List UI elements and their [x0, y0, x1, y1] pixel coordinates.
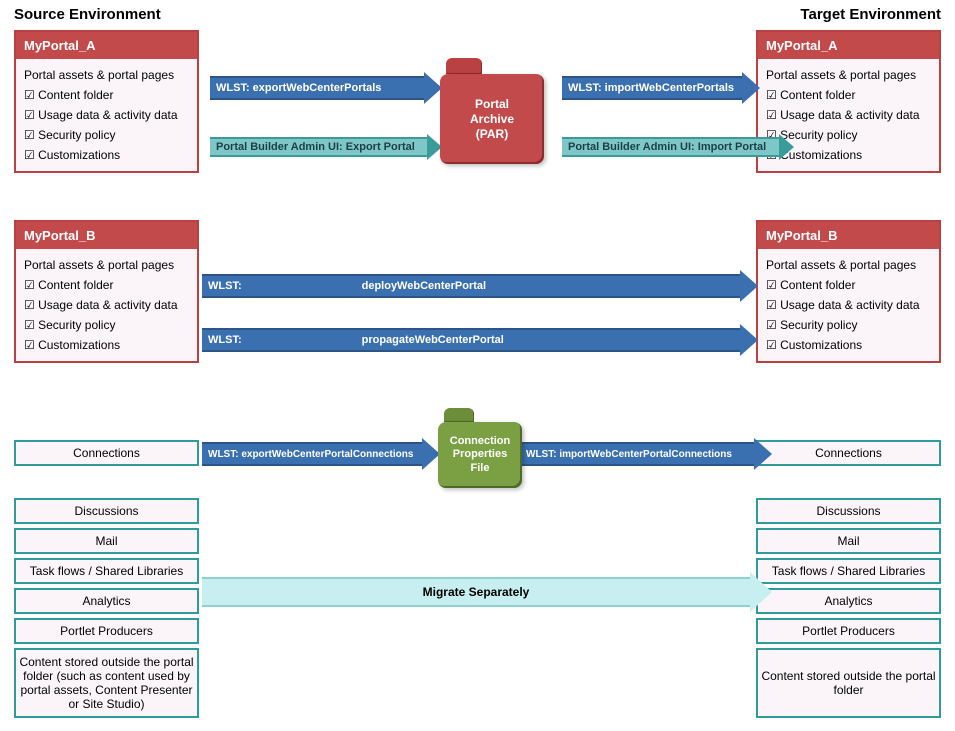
source-discussions-box: Discussions	[14, 498, 199, 524]
portal-item: ☑ Customizations	[766, 335, 931, 355]
arrow-deploy: WLST: deployWebCenterPortal	[202, 270, 758, 302]
arrow-import-ui: Portal Builder Admin UI: Import Portal	[562, 134, 794, 160]
diagram-canvas: Source Environment Target Environment My…	[0, 0, 955, 731]
portal-item: ☑ Usage data & activity data	[24, 295, 189, 315]
source-portal-b: MyPortal_B Portal assets & portal pages …	[14, 220, 199, 363]
target-taskflows-box: Task flows / Shared Libraries	[756, 558, 941, 584]
target-discussions-box: Discussions	[756, 498, 941, 524]
target-env-title: Target Environment	[800, 6, 941, 23]
box-label: Content stored outside the portal folder…	[18, 655, 195, 711]
arrow-label: Portal Builder Admin UI: Import Portal	[568, 141, 766, 153]
arrow-label: WLST: importWebCenterPortals	[568, 82, 734, 94]
portal-item: ☑ Security policy	[766, 315, 931, 335]
target-connections-box: Connections	[756, 440, 941, 466]
source-mail-box: Mail	[14, 528, 199, 554]
arrow-label: WLST: exportWebCenterPortalConnections	[208, 449, 413, 460]
portal-item: ☑ Customizations	[24, 335, 189, 355]
portal-item: ☑ Customizations	[24, 145, 189, 165]
arrow-export-ui: Portal Builder Admin UI: Export Portal	[210, 134, 442, 160]
box-label: Discussions	[816, 504, 880, 518]
box-label: Analytics	[824, 594, 872, 608]
target-mail-box: Mail	[756, 528, 941, 554]
source-portlet-box: Portlet Producers	[14, 618, 199, 644]
arrow-label: deployWebCenterPortal	[362, 280, 487, 292]
box-label: Connections	[73, 446, 140, 460]
box-label: Task flows / Shared Libraries	[772, 564, 925, 578]
target-portlet-box: Portlet Producers	[756, 618, 941, 644]
arrow-label: Migrate Separately	[423, 585, 530, 599]
portal-item: ☑ Content folder	[24, 85, 189, 105]
folder-label: (PAR)	[476, 127, 508, 142]
target-portal-b: MyPortal_B Portal assets & portal pages …	[756, 220, 941, 363]
source-env-title: Source Environment	[14, 6, 161, 23]
portal-item: ☑ Content folder	[24, 275, 189, 295]
box-label: Portlet Producers	[60, 624, 153, 638]
box-label: Mail	[837, 534, 859, 548]
portal-a-header: MyPortal_A	[16, 32, 197, 59]
arrow-label: Portal Builder Admin UI: Export Portal	[216, 141, 415, 153]
folder-label: File	[471, 462, 490, 475]
portal-item: ☑ Usage data & activity data	[766, 105, 931, 125]
arrow-import-connections: WLST: importWebCenterPortalConnections	[520, 438, 772, 470]
source-taskflows-box: Task flows / Shared Libraries	[14, 558, 199, 584]
arrow-export-portals: WLST: exportWebCenterPortals	[210, 72, 442, 104]
folder-label: Properties	[453, 448, 507, 461]
portal-b-body: Portal assets & portal pages ☑ Content f…	[16, 249, 197, 361]
target-content-outside-box: Content stored outside the portal folder	[756, 648, 941, 718]
folder-label: Archive	[470, 112, 514, 127]
box-label: Discussions	[74, 504, 138, 518]
portal-item: Portal assets & portal pages	[766, 255, 931, 275]
box-label: Analytics	[82, 594, 130, 608]
arrow-import-portals: WLST: importWebCenterPortals	[562, 72, 760, 104]
portal-a-header: MyPortal_A	[758, 32, 939, 59]
folder-label: Portal	[475, 97, 509, 112]
arrow-migrate-separately: Migrate Separately	[202, 572, 772, 612]
portal-item: ☑ Security policy	[24, 125, 189, 145]
arrow-prefix: WLST:	[208, 334, 242, 346]
portal-item: ☑ Usage data & activity data	[766, 295, 931, 315]
box-label: Mail	[95, 534, 117, 548]
box-label: Task flows / Shared Libraries	[30, 564, 183, 578]
portal-archive-folder: Portal Archive (PAR)	[440, 58, 544, 164]
source-content-outside-box: Content stored outside the portal folder…	[14, 648, 199, 718]
source-portal-a: MyPortal_A Portal assets & portal pages …	[14, 30, 199, 173]
portal-item: Portal assets & portal pages	[766, 65, 931, 85]
portal-item: ☑ Content folder	[766, 85, 931, 105]
arrow-prefix: WLST:	[208, 280, 242, 292]
box-label: Content stored outside the portal folder	[760, 669, 937, 697]
arrow-label: propagateWebCenterPortal	[362, 334, 504, 346]
arrow-export-connections: WLST: exportWebCenterPortalConnections	[202, 438, 440, 470]
box-label: Portlet Producers	[802, 624, 895, 638]
portal-b-body: Portal assets & portal pages ☑ Content f…	[758, 249, 939, 361]
arrow-label: WLST: importWebCenterPortalConnections	[526, 449, 732, 460]
source-analytics-box: Analytics	[14, 588, 199, 614]
folder-label: Connection	[450, 435, 511, 448]
portal-item: Portal assets & portal pages	[24, 65, 189, 85]
portal-item: ☑ Content folder	[766, 275, 931, 295]
arrow-label: WLST: exportWebCenterPortals	[216, 82, 381, 94]
source-connections-box: Connections	[14, 440, 199, 466]
box-label: Connections	[815, 446, 882, 460]
arrow-propagate: WLST: propagateWebCenterPortal	[202, 324, 758, 356]
portal-item: ☑ Usage data & activity data	[24, 105, 189, 125]
connection-properties-folder: Connection Properties File	[438, 408, 522, 488]
target-analytics-box: Analytics	[756, 588, 941, 614]
portal-item: ☑ Security policy	[24, 315, 189, 335]
portal-b-header: MyPortal_B	[16, 222, 197, 249]
portal-b-header: MyPortal_B	[758, 222, 939, 249]
portal-item: Portal assets & portal pages	[24, 255, 189, 275]
portal-a-body: Portal assets & portal pages ☑ Content f…	[16, 59, 197, 171]
